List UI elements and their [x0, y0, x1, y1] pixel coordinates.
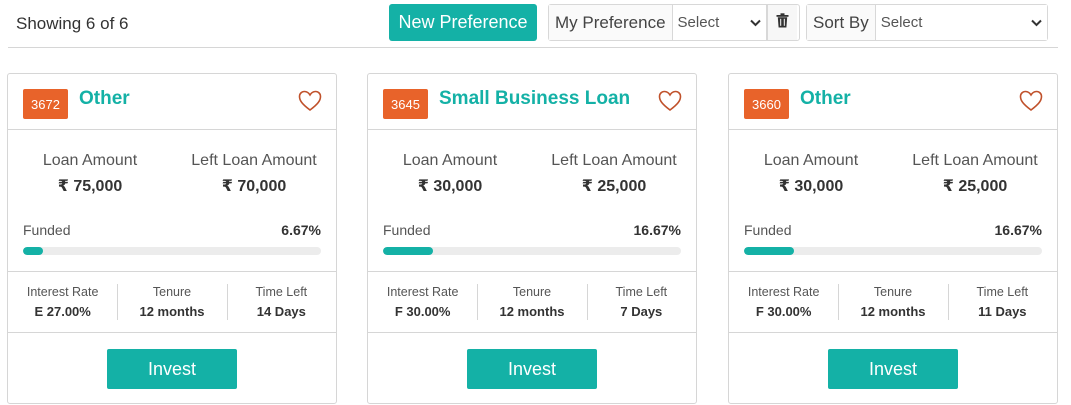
time-left-block: Time Left 7 Days — [586, 272, 696, 332]
time-left-label: Time Left — [976, 285, 1029, 299]
left-amount-label: Left Loan Amount — [912, 152, 1038, 169]
loan-amount-value: ₹ 30,000 — [778, 178, 844, 195]
interest-rate-value: F 30.00% — [755, 304, 812, 319]
loan-title[interactable]: Other — [79, 88, 130, 110]
interest-rate-label: Interest Rate — [386, 285, 459, 299]
new-preference-button[interactable]: New Preference — [389, 4, 537, 41]
funded-progress-bar — [23, 247, 321, 255]
tenure-label: Tenure — [152, 285, 192, 299]
interest-rate-block: Interest Rate F 30.00% — [729, 272, 838, 332]
left-amount-value: ₹ 25,000 — [581, 178, 647, 195]
loan-amount-label: Loan Amount — [402, 152, 498, 169]
sort-by-select[interactable]: Select — [875, 5, 1047, 40]
interest-rate-label: Interest Rate — [747, 285, 820, 299]
trash-icon — [776, 12, 789, 33]
funded-percent: 16.67% — [633, 222, 681, 238]
invest-button[interactable]: Invest — [467, 349, 597, 389]
funded-progress-fill — [23, 247, 43, 255]
stats-row: Interest Rate F 30.00% Tenure 12 months … — [729, 271, 1057, 333]
funded-row: Funded 6.67% — [23, 222, 321, 238]
left-amount-label: Left Loan Amount — [551, 152, 677, 169]
loan-card: 3672 Other Loan Amount ₹ 75,000 Left Loa… — [7, 73, 337, 404]
time-left-value: 7 Days — [620, 304, 663, 319]
loan-amount-block: Loan Amount ₹ 30,000 — [368, 152, 532, 196]
card-header: 3672 Other — [8, 74, 336, 130]
delete-preference-button[interactable] — [766, 5, 797, 40]
amounts-row: Loan Amount ₹ 30,000 Left Loan Amount ₹ … — [729, 152, 1057, 196]
time-left-label: Time Left — [615, 285, 668, 299]
time-left-label: Time Left — [255, 285, 308, 299]
funded-label: Funded — [744, 222, 792, 238]
invest-button[interactable]: Invest — [828, 349, 958, 389]
time-left-value: 11 Days — [978, 304, 1027, 319]
card-header: 3660 Other — [729, 74, 1057, 130]
time-left-value: 14 Days — [256, 304, 306, 319]
heart-icon[interactable] — [1019, 90, 1043, 112]
my-preference-select[interactable]: Select — [672, 5, 767, 40]
left-amount-label: Left Loan Amount — [191, 152, 317, 169]
heart-icon[interactable] — [658, 90, 682, 112]
tenure-block: Tenure 12 months — [117, 272, 226, 332]
my-preference-group: My Preference Select — [548, 4, 800, 41]
interest-rate-value: F 30.00% — [394, 304, 451, 319]
left-amount-block: Left Loan Amount ₹ 25,000 — [532, 152, 696, 196]
loan-amount-label: Loan Amount — [763, 152, 859, 169]
left-amount-value: ₹ 25,000 — [942, 178, 1008, 195]
left-amount-block: Left Loan Amount ₹ 70,000 — [172, 152, 336, 196]
left-amount-block: Left Loan Amount ₹ 25,000 — [893, 152, 1057, 196]
funded-progress-bar — [383, 247, 681, 255]
top-toolbar: Showing 6 of 6 New Preference My Prefere… — [8, 0, 1058, 48]
sort-by-select-value: Select — [880, 14, 923, 31]
loan-card: 3660 Other Loan Amount ₹ 30,000 Left Loa… — [728, 73, 1058, 404]
tenure-value: 12 months — [499, 304, 565, 319]
my-preference-label: My Preference — [549, 5, 673, 40]
loan-id-badge: 3660 — [744, 89, 789, 119]
left-amount-value: ₹ 70,000 — [221, 178, 287, 195]
interest-rate-label: Interest Rate — [26, 285, 99, 299]
time-left-block: Time Left 11 Days — [947, 272, 1057, 332]
tenure-value: 12 months — [860, 304, 926, 319]
funded-row: Funded 16.67% — [383, 222, 681, 238]
stats-row: Interest Rate E 27.00% Tenure 12 months … — [8, 271, 336, 333]
loan-amount-value: ₹ 30,000 — [417, 178, 483, 195]
card-header: 3645 Small Business Loan — [368, 74, 696, 130]
sort-by-label: Sort By — [807, 5, 876, 40]
tenure-block: Tenure 12 months — [477, 272, 586, 332]
funded-row: Funded 16.67% — [744, 222, 1042, 238]
heart-icon[interactable] — [298, 90, 322, 112]
chevron-down-icon — [749, 16, 761, 30]
tenure-block: Tenure 12 months — [838, 272, 947, 332]
funded-progress-fill — [744, 247, 794, 255]
stats-row: Interest Rate F 30.00% Tenure 12 months … — [368, 271, 696, 333]
interest-rate-block: Interest Rate E 27.00% — [8, 272, 117, 332]
my-preference-select-value: Select — [677, 14, 720, 31]
loan-title[interactable]: Small Business Loan — [439, 88, 630, 110]
loan-id-badge: 3645 — [383, 89, 428, 119]
sort-by-group: Sort By Select — [806, 4, 1048, 41]
loan-amount-block: Loan Amount ₹ 75,000 — [8, 152, 172, 196]
results-count: Showing 6 of 6 — [16, 14, 129, 33]
amounts-row: Loan Amount ₹ 30,000 Left Loan Amount ₹ … — [368, 152, 696, 196]
funded-percent: 16.67% — [994, 222, 1042, 238]
tenure-label: Tenure — [873, 285, 913, 299]
loan-title[interactable]: Other — [800, 88, 851, 110]
amounts-row: Loan Amount ₹ 75,000 Left Loan Amount ₹ … — [8, 152, 336, 196]
chevron-down-icon — [1031, 16, 1042, 30]
funded-label: Funded — [23, 222, 71, 238]
invest-button[interactable]: Invest — [107, 349, 237, 389]
funded-progress-bar — [744, 247, 1042, 255]
loan-amount-value: ₹ 75,000 — [57, 178, 123, 195]
tenure-value: 12 months — [139, 304, 205, 319]
time-left-block: Time Left 14 Days — [226, 272, 336, 332]
funded-progress-fill — [383, 247, 433, 255]
funded-percent: 6.67% — [281, 222, 321, 238]
loan-amount-block: Loan Amount ₹ 30,000 — [729, 152, 893, 196]
funded-label: Funded — [383, 222, 431, 238]
interest-rate-value: E 27.00% — [34, 304, 91, 319]
loan-amount-label: Loan Amount — [42, 152, 138, 169]
tenure-label: Tenure — [512, 285, 552, 299]
loan-id-badge: 3672 — [23, 89, 68, 119]
loan-card: 3645 Small Business Loan Loan Amount ₹ 3… — [367, 73, 697, 404]
interest-rate-block: Interest Rate F 30.00% — [368, 272, 477, 332]
